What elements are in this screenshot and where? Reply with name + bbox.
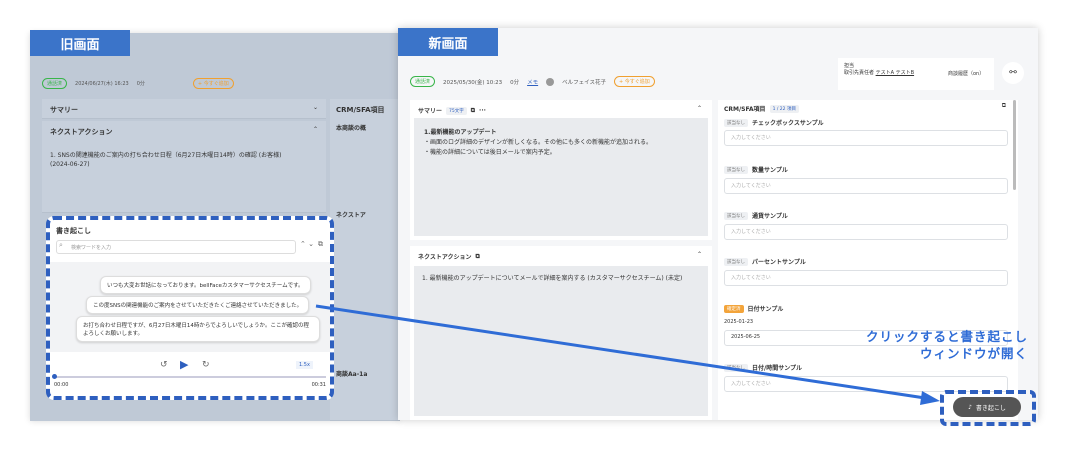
callout-line: クリックすると書き起こし [865, 329, 1028, 344]
transcription-button-label: 書き起こし [975, 404, 1006, 412]
pointer-arrow [315, 304, 940, 405]
new-screen-label: 新画面 [398, 28, 498, 56]
callout-text: クリックすると書き起こし ウィンドウが開く [800, 328, 1028, 362]
callout-line: ウィンドウが開く [919, 346, 1028, 361]
waveform-icon: ♪ [968, 403, 972, 411]
old-screen-label: 旧画面 [30, 30, 130, 56]
transcription-button[interactable]: ♪ 書き起こし [953, 397, 1021, 417]
